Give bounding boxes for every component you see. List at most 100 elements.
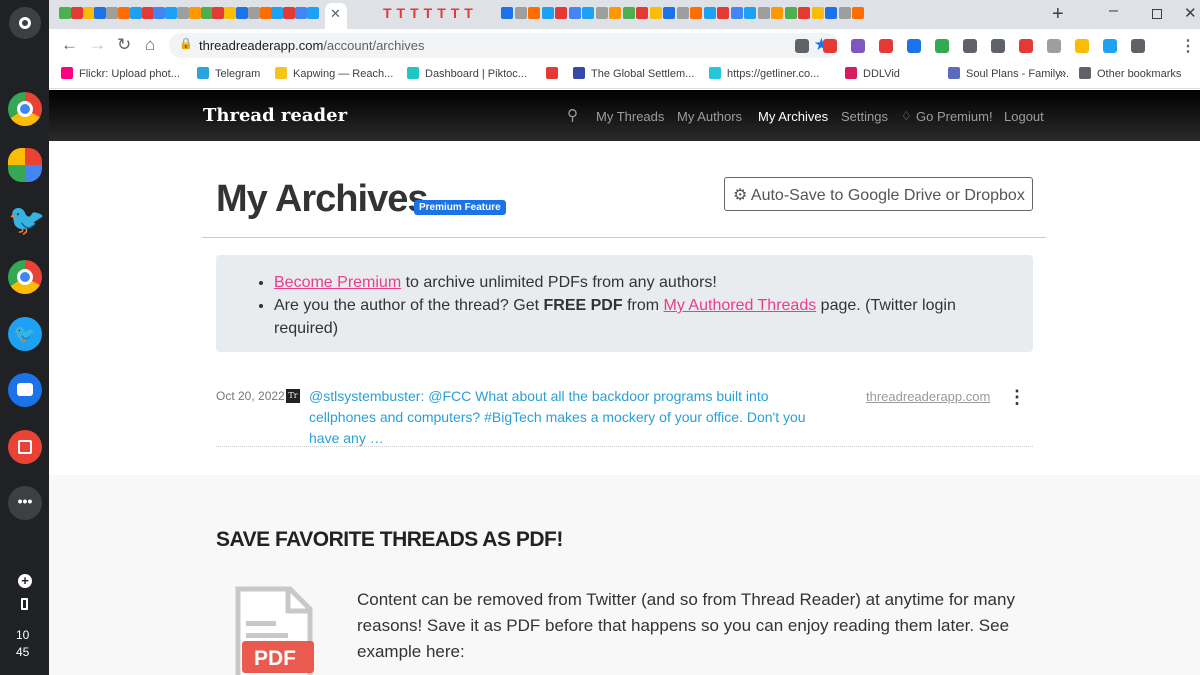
- tab-favicon[interactable]: [568, 7, 581, 19]
- tab-favicon[interactable]: [70, 7, 83, 19]
- extension-icon[interactable]: [823, 39, 837, 53]
- close-window-button[interactable]: ✕: [1184, 4, 1197, 22]
- minimize-button[interactable]: –: [1109, 2, 1118, 20]
- tab-favicon[interactable]: [582, 7, 594, 19]
- site-logo[interactable]: Thread reader: [203, 105, 347, 126]
- tab-favicon[interactable]: [59, 7, 71, 19]
- twitter-app-icon[interactable]: 🐦: [8, 317, 42, 351]
- forward-button[interactable]: →: [89, 35, 106, 55]
- browser-menu-icon[interactable]: ⋮: [1180, 36, 1196, 56]
- bookmark-item[interactable]: Soul Plans - Family...: [948, 67, 1069, 80]
- nav-logout[interactable]: Logout: [1004, 109, 1044, 124]
- nav-go-premium[interactable]: Go Premium!: [916, 109, 993, 124]
- chrome-icon[interactable]: [8, 92, 42, 126]
- tab-favicon[interactable]: [609, 7, 621, 19]
- more-apps-icon[interactable]: •••: [8, 486, 42, 520]
- tab-favicon[interactable]: [82, 7, 95, 19]
- tab-favicon[interactable]: [798, 7, 810, 19]
- tab-favicon[interactable]: [236, 7, 248, 19]
- bookmark-item[interactable]: Dashboard | Piktoc...: [407, 67, 527, 80]
- tab-favicon[interactable]: [771, 7, 783, 19]
- extension-icon[interactable]: [963, 39, 977, 53]
- new-tab-button[interactable]: +: [1052, 3, 1064, 26]
- tab-favicon[interactable]: [165, 7, 178, 19]
- tab-favicon[interactable]: [295, 7, 307, 19]
- tab-favicon[interactable]: [118, 7, 130, 19]
- nav-my-threads[interactable]: My Threads: [596, 109, 664, 124]
- tab-favicon[interactable]: [838, 7, 851, 19]
- tab-favicon[interactable]: [141, 7, 154, 19]
- tab-favicon[interactable]: [595, 7, 608, 19]
- back-button[interactable]: ←: [61, 35, 78, 55]
- extension-icon[interactable]: [851, 39, 865, 53]
- bookmarks-overflow[interactable]: »: [1059, 65, 1066, 80]
- launcher-icon[interactable]: [9, 7, 41, 39]
- tab-favicon[interactable]: [200, 7, 213, 19]
- tab-favicon[interactable]: [784, 7, 797, 19]
- nav-settings[interactable]: Settings: [841, 109, 888, 124]
- tab-favicon[interactable]: [501, 7, 513, 19]
- extension-icon[interactable]: [991, 39, 1005, 53]
- bookmark-item[interactable]: https://getliner.co...: [709, 67, 819, 80]
- archive-domain-link[interactable]: threadreaderapp.com: [866, 389, 990, 404]
- tab-favicon[interactable]: [541, 7, 554, 19]
- tab-favicon[interactable]: [129, 7, 142, 19]
- search-icon[interactable]: ⚲: [567, 106, 578, 124]
- tab-favicon[interactable]: [744, 7, 756, 19]
- bookmark-item[interactable]: Kapwing — Reach...: [275, 67, 393, 80]
- tab-favicon[interactable]: [555, 7, 567, 19]
- tab-favicon[interactable]: [514, 7, 527, 19]
- my-authored-threads-link[interactable]: My Authored Threads: [664, 297, 817, 314]
- extension-icon[interactable]: [1103, 39, 1117, 53]
- active-tab[interactable]: ✕: [325, 3, 347, 29]
- photos-icon[interactable]: [8, 148, 42, 182]
- archive-thread-link[interactable]: @stlsystembuster: @FCC What about all th…: [309, 386, 834, 449]
- bookmark-item[interactable]: [546, 67, 564, 80]
- tab-favicon[interactable]: [528, 7, 540, 19]
- tab-favicon[interactable]: [212, 7, 225, 19]
- close-tab-icon[interactable]: ✕: [330, 6, 341, 22]
- autosave-button[interactable]: ⚙ Auto-Save to Google Drive or Dropbox: [724, 177, 1033, 211]
- extension-icon[interactable]: [1047, 39, 1061, 53]
- tab-favicon[interactable]: [622, 7, 635, 19]
- tab-favicon[interactable]: [188, 7, 201, 19]
- bookmark-item[interactable]: Flickr: Upload phot...: [61, 67, 180, 80]
- nav-my-archives[interactable]: My Archives: [758, 109, 828, 124]
- bookmark-item[interactable]: The Global Settlem...: [573, 67, 694, 80]
- tab-favicon[interactable]: [825, 7, 837, 19]
- tab-favicon[interactable]: [717, 7, 729, 19]
- tab-favicon[interactable]: [306, 7, 319, 19]
- messages-icon[interactable]: [8, 373, 42, 407]
- extension-icon[interactable]: [1075, 39, 1089, 53]
- bookmark-item[interactable]: DDLVid: [845, 67, 900, 80]
- tab-favicon[interactable]: [259, 7, 272, 19]
- tab-favicon[interactable]: [224, 7, 237, 19]
- extension-icon[interactable]: [795, 39, 809, 53]
- tab-favicon[interactable]: [94, 7, 107, 19]
- tab-favicon[interactable]: [730, 7, 743, 19]
- archive-menu-icon[interactable]: ⋮: [1008, 388, 1026, 406]
- gallery-icon[interactable]: [8, 430, 42, 464]
- tab-favicon[interactable]: [703, 7, 716, 19]
- tab-favicon[interactable]: [852, 7, 864, 19]
- tab-favicon[interactable]: [636, 7, 648, 19]
- extension-icon[interactable]: [879, 39, 893, 53]
- extension-icon[interactable]: [1131, 39, 1145, 53]
- lock-icon[interactable]: 🔒: [179, 37, 193, 50]
- bookmark-item[interactable]: Telegram: [197, 67, 260, 80]
- become-premium-link[interactable]: Become Premium: [274, 274, 401, 291]
- tab-favicon[interactable]: [649, 7, 662, 19]
- extension-icon[interactable]: [935, 39, 949, 53]
- url-text[interactable]: threadreaderapp.com/account/archives: [199, 38, 424, 53]
- tab-favicon[interactable]: [690, 7, 702, 19]
- home-button[interactable]: ⌂: [145, 35, 155, 55]
- tab-favicon[interactable]: [676, 7, 689, 19]
- tab-letters[interactable]: TTTTTTT: [383, 5, 478, 21]
- other-bookmarks[interactable]: Other bookmarks: [1079, 67, 1181, 80]
- maximize-button[interactable]: [1152, 9, 1162, 19]
- nav-my-authors[interactable]: My Authors: [677, 109, 742, 124]
- extension-icon[interactable]: [1019, 39, 1033, 53]
- extension-icon[interactable]: [907, 39, 921, 53]
- tab-favicon[interactable]: [177, 7, 189, 19]
- twitter-icon[interactable]: 🐦: [8, 204, 45, 238]
